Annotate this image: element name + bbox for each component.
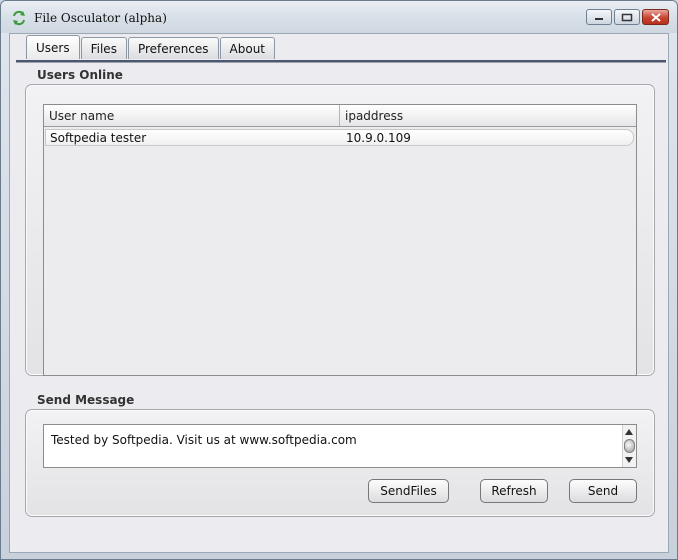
app-window: File Osculator (alpha) Users Files Prefe… [0,0,678,560]
refresh-arrows-icon [13,10,25,26]
minimize-icon [595,18,603,20]
column-header-user-name[interactable]: User name [44,105,340,126]
tab-bar: Users Files Preferences About [26,35,276,59]
close-icon [650,12,661,22]
tab-users[interactable]: Users [26,35,80,59]
users-table[interactable]: User name ipaddress Softpedia tester 10.… [43,104,637,376]
refresh-button[interactable]: Refresh [480,479,548,503]
message-text: Tested by Softpedia. Visit us at www.sof… [51,433,357,447]
table-row[interactable]: Softpedia tester 10.9.0.109 [45,129,634,146]
title-bar[interactable]: File Osculator (alpha) [1,1,677,33]
tab-separator [16,60,666,63]
window-title: File Osculator (alpha) [34,11,167,25]
tab-preferences[interactable]: Preferences [127,37,219,59]
cell-user-name: Softpedia tester [50,130,147,145]
send-button[interactable]: Send [569,479,637,503]
maximize-button[interactable] [614,9,640,25]
message-textarea[interactable]: Tested by Softpedia. Visit us at www.sof… [43,424,637,468]
tab-files[interactable]: Files [80,37,127,59]
main-panel: Users Files Preferences About Users Onli… [9,33,669,553]
window-controls [586,9,669,25]
send-files-button[interactable]: SendFiles [368,479,449,503]
tab-about[interactable]: About [219,37,276,59]
column-header-ipaddress[interactable]: ipaddress [340,105,636,126]
send-message-label: Send Message [37,393,135,407]
users-online-label: Users Online [37,68,123,82]
minimize-button[interactable] [586,9,612,25]
scroll-down-arrow-icon[interactable] [625,457,633,463]
scroll-up-arrow-icon[interactable] [625,429,633,435]
table-header: User name ipaddress [44,105,636,127]
message-scrollbar[interactable] [622,425,636,467]
close-button[interactable] [642,9,669,25]
scroll-thumb[interactable] [624,439,635,453]
maximize-icon [621,13,633,21]
cell-ipaddress: 10.9.0.109 [346,130,411,145]
